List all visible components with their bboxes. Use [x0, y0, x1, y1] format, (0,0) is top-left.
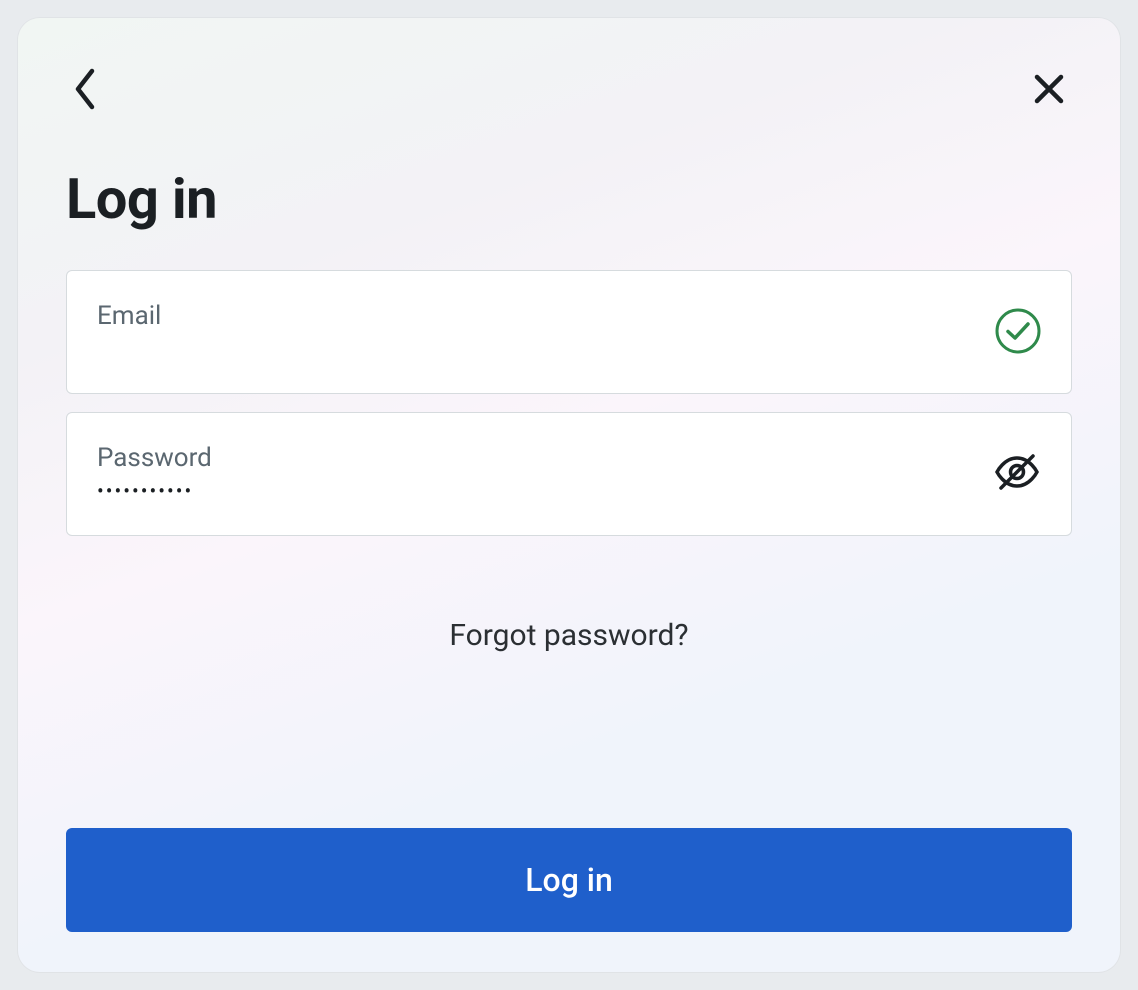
password-field-container[interactable]: Password: [66, 412, 1072, 536]
back-button[interactable]: [66, 61, 104, 120]
login-modal: Log in Email Password: [18, 18, 1120, 972]
email-input[interactable]: [97, 331, 979, 361]
password-field-inner: Password: [97, 443, 977, 503]
close-button[interactable]: [1026, 66, 1072, 115]
login-button-label: Log in: [525, 861, 613, 899]
forgot-password-link[interactable]: Forgot password?: [449, 618, 688, 653]
eye-off-icon: [993, 452, 1041, 495]
check-circle-icon: [995, 308, 1041, 354]
login-button[interactable]: Log in: [66, 828, 1072, 932]
modal-top-bar: [66, 62, 1072, 118]
page-title: Log in: [66, 166, 1072, 232]
password-label: Password: [97, 443, 977, 473]
spacer: [66, 653, 1072, 828]
password-input[interactable]: [97, 479, 977, 503]
email-field-inner: Email: [97, 301, 979, 361]
email-label: Email: [97, 301, 979, 331]
email-field-container[interactable]: Email: [66, 270, 1072, 394]
chevron-left-icon: [72, 67, 98, 114]
close-icon: [1032, 72, 1066, 109]
toggle-password-visibility-button[interactable]: [993, 452, 1041, 495]
